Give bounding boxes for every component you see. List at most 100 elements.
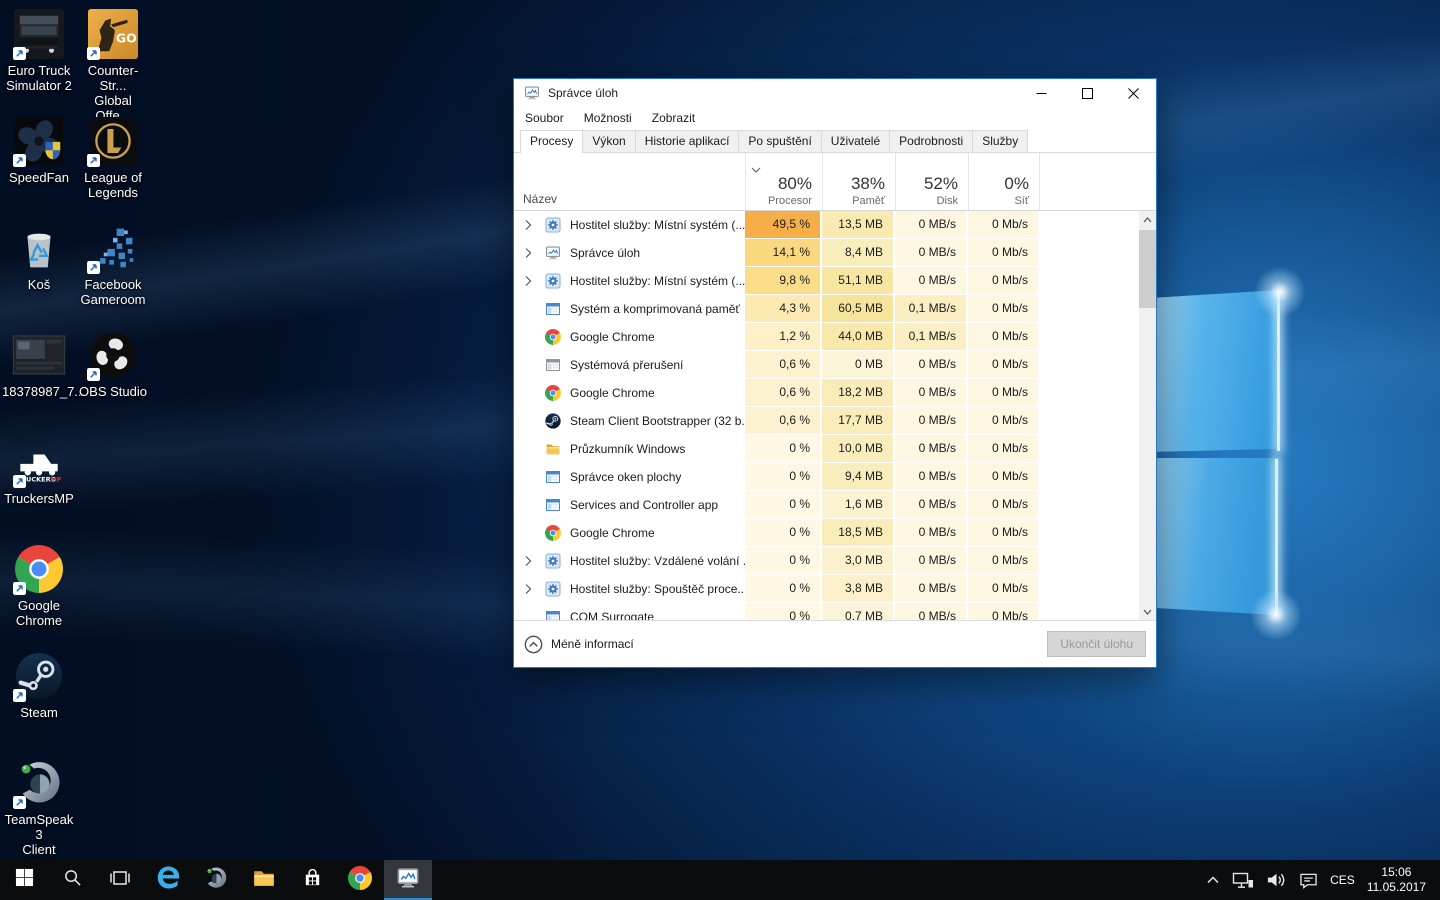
shortcut-arrow-icon	[87, 261, 100, 274]
process-row-6[interactable]: Systémová přerušení0,6 %0 MB0 MB/s0 Mb/s	[514, 351, 1139, 379]
network-cell: 0 Mb/s	[968, 379, 1040, 407]
tab-historie-aplikaci[interactable]: Historie aplikací	[635, 130, 740, 152]
scrollbar-thumb[interactable]	[1139, 230, 1156, 308]
scroll-down-button[interactable]	[1139, 603, 1156, 620]
taskbar-start-button[interactable]	[0, 860, 48, 900]
shortcut-arrow-icon	[13, 475, 26, 488]
column-header-disk[interactable]: 52% Disk	[895, 153, 968, 210]
process-row-14[interactable]: Hostitel služby: Spouštěč proce...0 %3,8…	[514, 575, 1139, 603]
tab-podrobnosti[interactable]: Podrobnosti	[889, 130, 973, 152]
memory-cell: 8,4 MB	[822, 239, 895, 267]
process-row-15[interactable]: COM Surrogate0 %0,7 MB0 MB/s0 Mb/s	[514, 603, 1139, 620]
process-row-7[interactable]: Google Chrome0,6 %18,2 MB0 MB/s0 Mb/s	[514, 379, 1139, 407]
tab-po-spusteni[interactable]: Po spuštění	[738, 130, 821, 152]
expand-placeholder	[524, 331, 538, 343]
process-row-10[interactable]: Správce oken plochy0 %9,4 MB0 MB/s0 Mb/s	[514, 463, 1139, 491]
vertical-scrollbar[interactable]	[1139, 211, 1156, 620]
tab-uzivatele[interactable]: Uživatelé	[821, 130, 890, 152]
process-row-3[interactable]: Hostitel služby: Místní systém (...9,8 %…	[514, 267, 1139, 295]
process-row-2[interactable]: Správce úloh14,1 %8,4 MB0 MB/s0 Mb/s	[514, 239, 1139, 267]
scroll-up-button[interactable]	[1139, 211, 1156, 228]
desktop-icon-label: TruckersMP	[2, 491, 76, 506]
taskbar-search-button[interactable]	[48, 860, 96, 900]
process-name-cell: Průzkumník Windows	[514, 435, 745, 463]
process-row-11[interactable]: Services and Controller app0 %1,6 MB0 MB…	[514, 491, 1139, 519]
tab-procesy[interactable]: Procesy	[520, 130, 583, 153]
column-header-name[interactable]: Název	[514, 153, 745, 210]
process-row-4[interactable]: Systém a komprimovaná paměť4,3 %60,5 MB0…	[514, 295, 1139, 323]
memory-cell: 1,6 MB	[822, 491, 895, 519]
minimize-button[interactable]	[1018, 79, 1064, 107]
process-row-1[interactable]: Hostitel služby: Místní systém (...49,5 …	[514, 211, 1139, 239]
taskbar-teamspeak-button[interactable]	[192, 860, 240, 900]
desktop-icon-kos-recycle-bin[interactable]: Koš	[2, 222, 76, 292]
process-row-5[interactable]: Google Chrome1,2 %44,0 MB0,1 MB/s0 Mb/s	[514, 323, 1139, 351]
task-manager-window: Správce úloh SouborMožnostiZobrazit Proc…	[513, 78, 1157, 668]
taskbar-chrome-button[interactable]	[336, 860, 384, 900]
disk-cell: 0 MB/s	[895, 519, 968, 547]
menu-soubor[interactable]: Soubor	[515, 111, 574, 125]
process-name: Systém a komprimovaná paměť	[570, 302, 740, 316]
process-name: Hostitel služby: Vzdálené volání ...	[570, 554, 745, 568]
chrome-process-icon	[545, 525, 561, 541]
network-cell: 0 Mb/s	[968, 211, 1040, 239]
desktop-icon-image-18378987[interactable]: 18378987_7...	[2, 329, 76, 399]
taskbar-task-view-button[interactable]	[96, 860, 144, 900]
process-row-13[interactable]: Hostitel služby: Vzdálené volání ...0 %3…	[514, 547, 1139, 575]
desktop-icon-league-of-legends[interactable]: League of Legends	[76, 115, 150, 200]
taskbar-store-button[interactable]	[288, 860, 336, 900]
desktop-icon-teamspeak-3-client[interactable]: TeamSpeak 3 Client	[2, 757, 76, 857]
tab-vykon[interactable]: Výkon	[582, 130, 635, 152]
close-button[interactable]	[1110, 79, 1156, 107]
memory-cell: 60,5 MB	[822, 295, 895, 323]
desktop-icon-counter-strike-go[interactable]: GOCounter-Str... Global Offe...	[76, 8, 150, 123]
disk-cell: 0 MB/s	[895, 407, 968, 435]
desktop-icon-truckersmp[interactable]: TRUCKERSMPTruckersMP	[2, 436, 76, 506]
tab-sluzby[interactable]: Služby	[972, 130, 1028, 152]
process-name-cell: Google Chrome	[514, 519, 745, 547]
network-icon[interactable]	[1226, 860, 1260, 900]
row-filler	[1040, 463, 1139, 491]
desktop-icon-google-chrome[interactable]: Google Chrome	[2, 543, 76, 628]
window-titlebar[interactable]: Správce úloh	[514, 79, 1156, 107]
language-indicator[interactable]: CES	[1324, 860, 1361, 900]
tray-chevron-up-icon[interactable]	[1200, 860, 1226, 900]
menu-zobrazit[interactable]: Zobrazit	[642, 111, 705, 125]
expand-placeholder	[524, 415, 538, 427]
less-info-toggle[interactable]: Méně informací	[524, 635, 634, 654]
process-row-12[interactable]: Google Chrome0 %18,5 MB0 MB/s0 Mb/s	[514, 519, 1139, 547]
end-task-button[interactable]: Ukončit úlohu	[1047, 631, 1146, 657]
desktop-icon-label: 18378987_7...	[2, 384, 76, 399]
taskbar-task-manager-button[interactable]	[384, 860, 432, 900]
maximize-button[interactable]	[1064, 79, 1110, 107]
desktop-icon-steam[interactable]: Steam	[2, 650, 76, 720]
expand-chevron-icon[interactable]	[524, 583, 538, 595]
taskbar-file-explorer-button[interactable]	[240, 860, 288, 900]
clock[interactable]: 15:06 11.05.2017	[1361, 865, 1432, 895]
cpu-cell: 0 %	[745, 603, 822, 620]
desktop-icon-facebook-gameroom[interactable]: Facebook Gameroom	[76, 222, 150, 307]
disk-cell: 0 MB/s	[895, 351, 968, 379]
expand-chevron-icon[interactable]	[524, 275, 538, 287]
taskbar-edge-button[interactable]	[144, 860, 192, 900]
volume-icon[interactable]	[1260, 860, 1293, 900]
process-list: Hostitel služby: Místní systém (...49,5 …	[514, 211, 1156, 620]
process-name: Google Chrome	[570, 330, 655, 344]
memory-cell: 51,1 MB	[822, 267, 895, 295]
desktop-icon-obs-studio[interactable]: OBS Studio	[76, 329, 150, 399]
desktop-icon-speedfan[interactable]: SpeedFan	[2, 115, 76, 185]
process-name-cell: Services and Controller app	[514, 491, 745, 519]
process-name-cell: Systémová přerušení	[514, 351, 745, 379]
process-row-9[interactable]: Průzkumník Windows0 %10,0 MB0 MB/s0 Mb/s	[514, 435, 1139, 463]
notification-icon[interactable]	[1293, 860, 1324, 900]
disk-cell: 0 MB/s	[895, 575, 968, 603]
expand-chevron-icon[interactable]	[524, 247, 538, 259]
cpu-cell: 0 %	[745, 463, 822, 491]
expand-chevron-icon[interactable]	[524, 555, 538, 567]
menu-moznosti[interactable]: Možnosti	[574, 111, 642, 125]
expand-chevron-icon[interactable]	[524, 219, 538, 231]
column-header-network[interactable]: 0% Síť	[968, 153, 1040, 210]
column-header-memory[interactable]: 38% Paměť	[822, 153, 895, 210]
desktop-icon-euro-truck-simulator-2[interactable]: Euro Truck Simulator 2	[2, 8, 76, 93]
process-row-8[interactable]: Steam Client Bootstrapper (32 b...0,6 %1…	[514, 407, 1139, 435]
